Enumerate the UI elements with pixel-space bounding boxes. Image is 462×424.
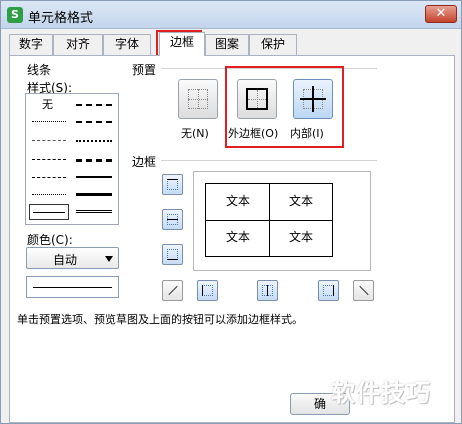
preset-outline-label: 外边框(O) xyxy=(228,127,279,140)
line-style-thin-selected[interactable] xyxy=(29,204,69,220)
tab-number[interactable]: 数字 xyxy=(9,34,53,55)
preview-cell: 文本 xyxy=(225,194,250,208)
line-style-dash-dot-dot[interactable] xyxy=(32,159,66,160)
border-middle-h-button[interactable] xyxy=(162,209,183,230)
border-divider xyxy=(161,160,377,161)
line-style-dash-dot[interactable] xyxy=(76,104,112,106)
preview-cell: 文本 xyxy=(225,230,250,244)
line-style-dotted[interactable] xyxy=(32,121,66,122)
line-style-medium[interactable] xyxy=(76,176,112,178)
hint-text: 单击预置选项、预览草图及上面的按钮可以添加边框样式。 xyxy=(17,313,303,326)
line-style-double[interactable] xyxy=(76,210,112,213)
tab-protection[interactable]: 保护 xyxy=(249,34,297,55)
presets-divider xyxy=(161,68,377,69)
border-diagonal-up-button[interactable] xyxy=(162,280,183,301)
presets-label: 预置 xyxy=(132,63,157,77)
app-icon: S xyxy=(7,7,23,23)
line-style-none[interactable]: 无 xyxy=(42,96,53,112)
preset-inside-button[interactable] xyxy=(293,79,333,119)
title-bar: S 单元格格式 ✕ xyxy=(1,1,461,29)
line-style-dot-heavy[interactable] xyxy=(76,140,112,142)
line-style-list[interactable]: 无 xyxy=(25,93,119,225)
border-left-button[interactable] xyxy=(197,280,218,301)
preset-none-button[interactable] xyxy=(178,79,218,119)
line-style-thick[interactable] xyxy=(76,193,112,196)
border-preview[interactable]: 文本 文本 文本 文本 xyxy=(193,171,371,271)
close-button[interactable]: ✕ xyxy=(425,5,457,23)
tab-border[interactable]: 边框 xyxy=(159,32,205,56)
line-style-dash[interactable] xyxy=(32,177,66,178)
chevron-down-icon xyxy=(105,256,113,262)
format-cells-dialog: S 单元格格式 ✕ 数字 对齐 字体 边框 图案 保护 线条 样式(S): 无 … xyxy=(0,0,462,424)
tab-pattern[interactable]: 图案 xyxy=(205,34,249,55)
color-select[interactable]: 自动 xyxy=(26,247,119,269)
line-style-medium-dash[interactable] xyxy=(76,159,112,162)
line-color-preview xyxy=(26,276,119,298)
color-select-value: 自动 xyxy=(53,253,78,267)
border-diagonal-down-button[interactable] xyxy=(353,280,374,301)
preset-none-label: 无(N) xyxy=(181,127,209,140)
border-bottom-button[interactable] xyxy=(162,244,183,265)
preview-cell: 文本 xyxy=(288,230,313,244)
border-middle-v-button[interactable] xyxy=(257,280,278,301)
preview-grid: 文本 文本 文本 文本 xyxy=(205,183,333,257)
preset-outline-button[interactable] xyxy=(237,79,277,119)
line-style-fine-dash[interactable] xyxy=(32,140,66,141)
line-group-label: 线条 xyxy=(27,63,52,77)
border-top-button[interactable] xyxy=(162,174,183,195)
tab-alignment[interactable]: 对齐 xyxy=(53,34,103,55)
line-style-hair[interactable] xyxy=(32,194,66,195)
tab-font[interactable]: 字体 xyxy=(103,34,151,55)
preview-cell: 文本 xyxy=(288,194,313,208)
border-label: 边框 xyxy=(132,155,157,169)
line-style-dash-dot-2[interactable] xyxy=(76,121,112,123)
preset-inside-label: 内部(I) xyxy=(290,127,324,140)
watermark: 软件技巧 xyxy=(331,379,431,407)
color-label: 颜色(C): xyxy=(27,233,73,247)
dialog-title: 单元格格式 xyxy=(28,11,94,26)
border-right-button[interactable] xyxy=(318,280,339,301)
